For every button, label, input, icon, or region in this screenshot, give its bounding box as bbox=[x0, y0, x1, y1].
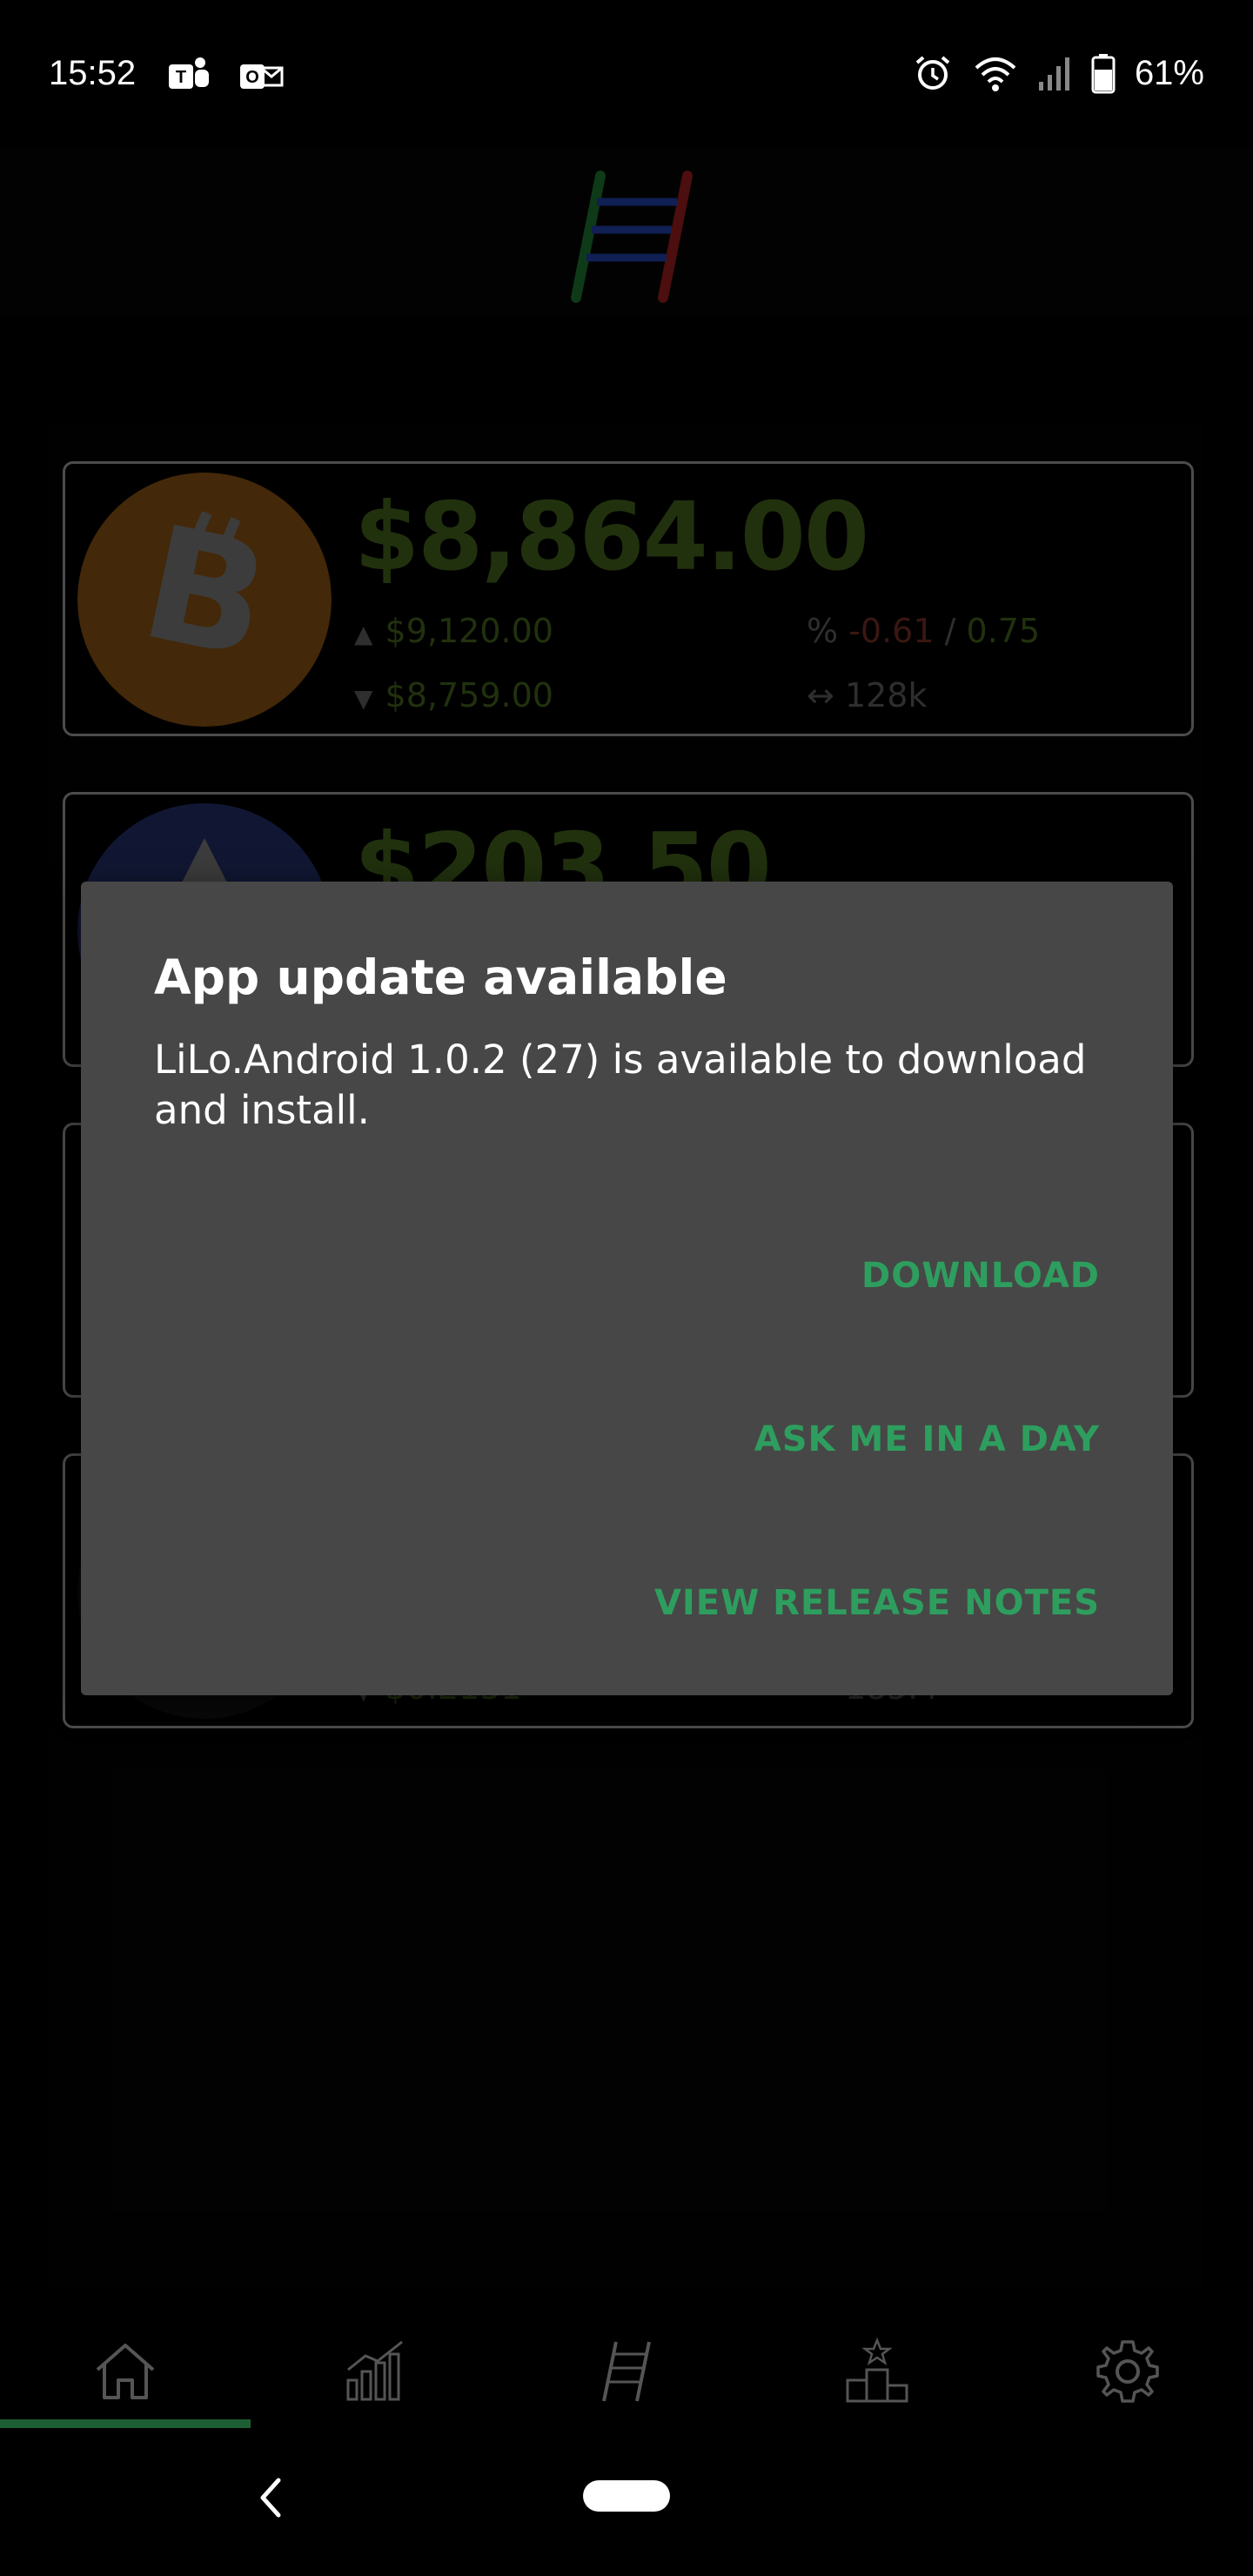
dialog-message: LiLo.Android 1.0.2 (27) is available to … bbox=[154, 1036, 1087, 1133]
settings-icon bbox=[1096, 2340, 1159, 2403]
ladder-icon bbox=[602, 2341, 651, 2402]
status-time: 15:52 bbox=[49, 54, 137, 92]
dialog-title: App update available bbox=[154, 949, 727, 1005]
release-notes-button[interactable]: VIEW RELEASE NOTES bbox=[654, 1583, 1100, 1623]
teams-icon: T bbox=[169, 57, 209, 89]
nav-home[interactable] bbox=[0, 2315, 251, 2428]
nav-settings[interactable] bbox=[1002, 2315, 1253, 2428]
home-icon bbox=[96, 2344, 155, 2399]
svg-text:O: O bbox=[245, 68, 259, 87]
alarm-icon bbox=[915, 56, 950, 90]
back-icon[interactable] bbox=[252, 2472, 287, 2524]
svg-text:T: T bbox=[176, 68, 186, 87]
signal-icon bbox=[1038, 57, 1069, 91]
download-button[interactable]: DOWNLOAD bbox=[861, 1256, 1100, 1296]
battery-percent: 61% bbox=[1134, 53, 1204, 92]
ask-later-button[interactable]: ASK ME IN A DAY bbox=[754, 1419, 1100, 1459]
nav-active-indicator bbox=[0, 2419, 251, 2428]
outlook-icon: O bbox=[240, 64, 284, 89]
nav-leaderboard[interactable] bbox=[752, 2315, 1002, 2428]
bottom-nav bbox=[0, 2315, 1253, 2428]
chart-icon bbox=[346, 2340, 403, 2401]
nav-ladder[interactable] bbox=[501, 2315, 752, 2428]
home-pill[interactable] bbox=[583, 2480, 670, 2512]
wifi-icon bbox=[975, 57, 1016, 91]
nav-chart[interactable] bbox=[251, 2315, 501, 2428]
system-nav-bar bbox=[0, 2428, 1253, 2576]
leaderboard-icon bbox=[846, 2337, 908, 2403]
battery-icon bbox=[1091, 54, 1116, 94]
update-dialog: App update available LiLo.Android 1.0.2 … bbox=[81, 882, 1173, 1695]
status-bar: 15:52 T O 61% bbox=[0, 0, 1253, 148]
